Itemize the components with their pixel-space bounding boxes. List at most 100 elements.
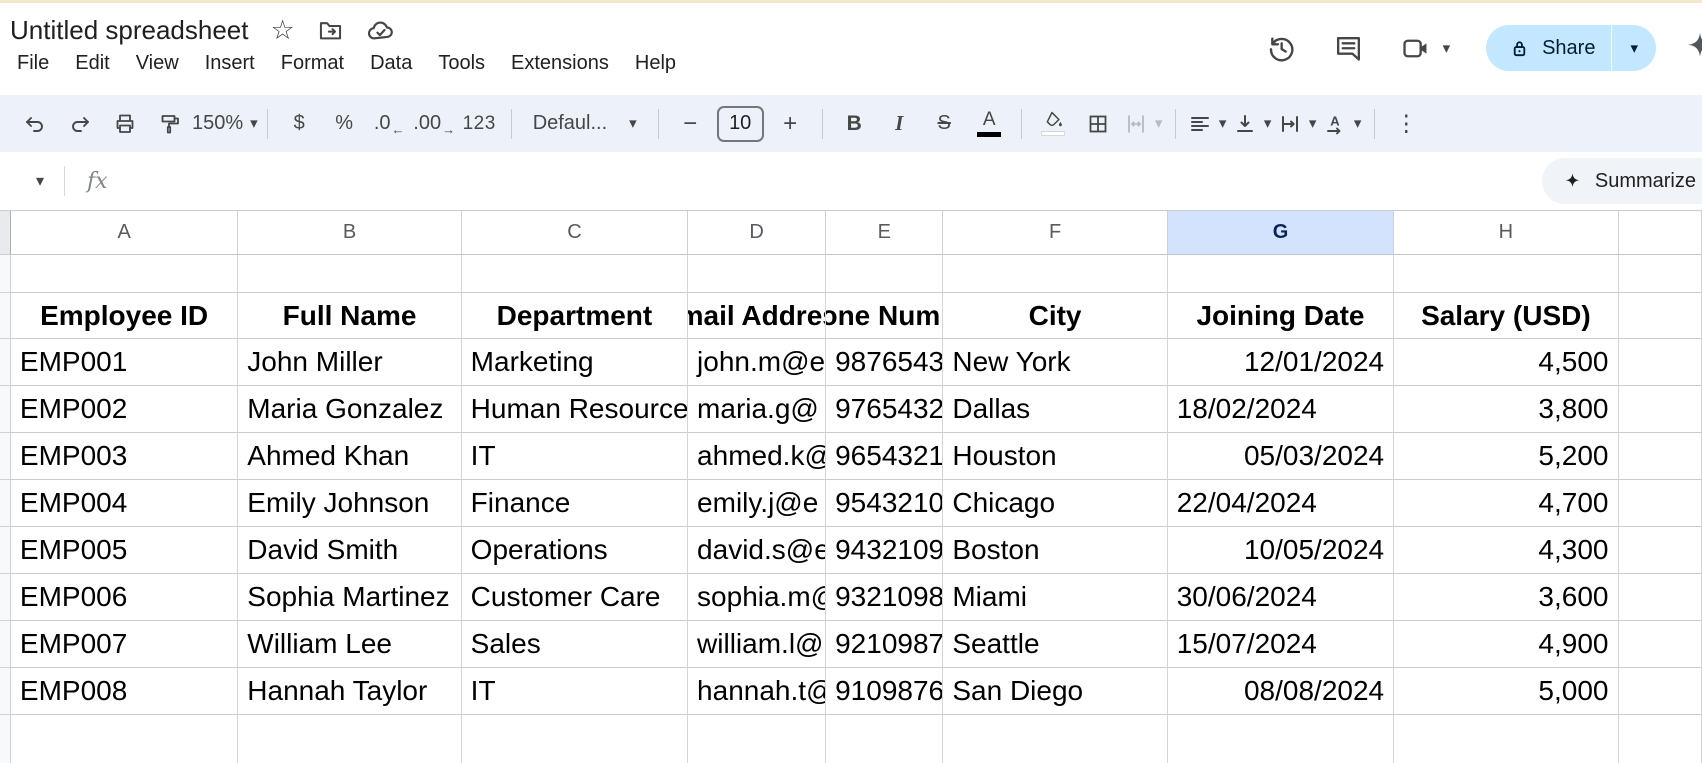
cell[interactable] <box>1619 386 1702 433</box>
row-header[interactable] <box>0 293 11 339</box>
redo-button[interactable] <box>57 103 102 145</box>
row-header[interactable] <box>0 715 11 763</box>
cell[interactable] <box>1619 527 1702 574</box>
cell[interactable]: 95432109 <box>826 480 943 527</box>
summarize-button[interactable]: Summarize <box>1542 158 1702 204</box>
text-rotation-button[interactable]: A ▾ <box>1320 103 1365 145</box>
merge-cells-button[interactable]: ▾ <box>1121 103 1166 145</box>
menu-help[interactable]: Help <box>622 49 689 81</box>
grid-corner[interactable] <box>0 211 11 255</box>
zoom-select[interactable]: 150% ▾ <box>192 103 258 145</box>
row-header[interactable] <box>0 527 11 574</box>
cell[interactable] <box>826 255 943 293</box>
cell[interactable] <box>1619 293 1702 339</box>
cell[interactable] <box>238 255 461 293</box>
share-dropdown-icon[interactable]: ▾ <box>1612 41 1656 56</box>
cell[interactable]: EMP002 <box>11 386 238 433</box>
cell[interactable]: 4,500 <box>1394 339 1618 386</box>
cell[interactable] <box>11 715 238 763</box>
cell[interactable]: Customer Care <box>462 574 688 621</box>
cell[interactable] <box>11 255 238 293</box>
row-header[interactable] <box>0 433 11 480</box>
row-header[interactable] <box>0 339 11 386</box>
cell[interactable]: Salary (USD) <box>1394 293 1618 339</box>
comments-icon[interactable] <box>1333 33 1364 64</box>
more-toolbar-button[interactable]: ⋮ <box>1384 103 1429 145</box>
paint-format-button[interactable] <box>147 103 192 145</box>
cell[interactable] <box>943 715 1167 763</box>
cell[interactable]: New York <box>943 339 1167 386</box>
cell[interactable]: Chicago <box>943 480 1167 527</box>
cell[interactable]: EMP007 <box>11 621 238 668</box>
increase-font-size-button[interactable]: + <box>768 103 813 145</box>
cell[interactable] <box>1619 574 1702 621</box>
cell[interactable]: Boston <box>943 527 1167 574</box>
menu-format[interactable]: Format <box>268 49 357 81</box>
cell[interactable]: 18/02/2024 <box>1168 386 1394 433</box>
column-header-F[interactable]: F <box>943 211 1167 255</box>
cell[interactable]: david.s@e <box>688 527 826 574</box>
column-header-H[interactable]: H <box>1394 211 1618 255</box>
row-header[interactable] <box>0 386 11 433</box>
cell[interactable]: 91098765 <box>826 668 943 715</box>
decrease-font-size-button[interactable]: − <box>668 103 713 145</box>
cell[interactable]: 30/06/2024 <box>1168 574 1394 621</box>
print-button[interactable] <box>102 103 147 145</box>
cell[interactable]: william.l@ <box>688 621 826 668</box>
cell[interactable]: Hannah Taylor <box>238 668 461 715</box>
column-header-E[interactable]: E <box>826 211 943 255</box>
decrease-decimal-button[interactable]: .0← <box>367 103 412 145</box>
cell[interactable]: Department <box>462 293 688 339</box>
cell[interactable]: Ahmed Khan <box>238 433 461 480</box>
menu-tools[interactable]: Tools <box>425 49 498 81</box>
row-header[interactable] <box>0 668 11 715</box>
cell[interactable] <box>238 715 461 763</box>
share-button[interactable]: Share ▾ <box>1486 25 1656 71</box>
column-header-B[interactable]: B <box>238 211 461 255</box>
column-header-A[interactable]: A <box>11 211 238 255</box>
currency-format-button[interactable]: $ <box>277 103 322 145</box>
cell[interactable]: Operations <box>462 527 688 574</box>
strikethrough-button[interactable]: S <box>922 103 967 145</box>
italic-button[interactable]: I <box>877 103 922 145</box>
cell[interactable]: EMP004 <box>11 480 238 527</box>
cell[interactable]: john.m@e <box>688 339 826 386</box>
cell[interactable] <box>462 255 688 293</box>
menu-data[interactable]: Data <box>357 49 425 81</box>
cell[interactable]: 92109876 <box>826 621 943 668</box>
cell[interactable] <box>943 255 1167 293</box>
cell[interactable]: EMP005 <box>11 527 238 574</box>
cell[interactable]: Sophia Martinez <box>238 574 461 621</box>
cell[interactable] <box>1619 433 1702 480</box>
cell[interactable]: 93210987 <box>826 574 943 621</box>
menu-edit[interactable]: Edit <box>62 49 122 81</box>
cell[interactable]: 94321098 <box>826 527 943 574</box>
cell[interactable]: 12/01/2024 <box>1168 339 1394 386</box>
cell[interactable] <box>1619 621 1702 668</box>
row-header[interactable] <box>0 621 11 668</box>
cell[interactable]: Human Resources <box>462 386 688 433</box>
more-formats-button[interactable]: 123 <box>457 103 502 145</box>
star-icon[interactable]: ☆ <box>270 17 294 44</box>
column-header-G[interactable]: G <box>1168 211 1394 255</box>
cell[interactable]: EMP008 <box>11 668 238 715</box>
version-history-icon[interactable] <box>1265 32 1297 64</box>
cell[interactable]: Finance <box>462 480 688 527</box>
cell[interactable]: 4,300 <box>1394 527 1618 574</box>
cell[interactable] <box>1619 255 1702 293</box>
font-size-input[interactable]: 10 <box>717 106 764 142</box>
cell[interactable]: Employee ID <box>11 293 238 339</box>
menu-extensions[interactable]: Extensions <box>498 49 622 81</box>
column-header-blank[interactable] <box>1619 211 1702 255</box>
cell[interactable]: City <box>943 293 1167 339</box>
cell[interactable]: 98765432 <box>826 339 943 386</box>
row-header[interactable] <box>0 255 11 293</box>
cell[interactable]: 96543210 <box>826 433 943 480</box>
cell[interactable] <box>1619 668 1702 715</box>
cell[interactable]: sophia.m@ <box>688 574 826 621</box>
column-header-C[interactable]: C <box>462 211 688 255</box>
cell[interactable]: maria.g@ <box>688 386 826 433</box>
name-box-dropdown-icon[interactable]: ▾ <box>36 171 44 191</box>
cell[interactable]: Maria Gonzalez <box>238 386 461 433</box>
cell[interactable]: 5,000 <box>1394 668 1618 715</box>
